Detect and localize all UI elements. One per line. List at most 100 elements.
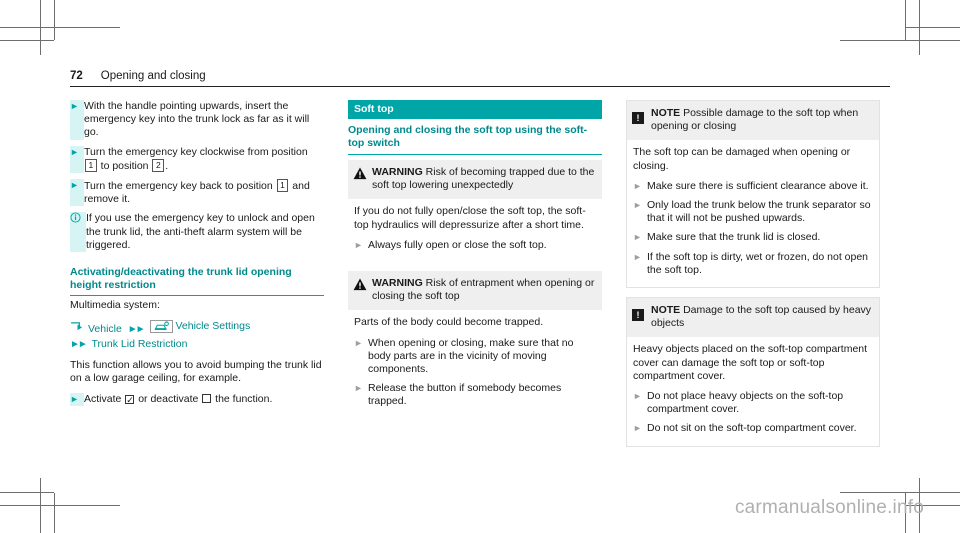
bullet-text: Make sure there is sufficient clearance … (647, 179, 869, 192)
step-text-mid: to position (100, 159, 149, 172)
warning-body-text: If you do not fully open/close the soft … (354, 205, 586, 231)
list-item: ► Do not sit on the soft-top compartment… (633, 422, 873, 435)
nav-label-trunk-lid-restriction[interactable]: Trunk Lid Restriction (92, 338, 188, 350)
left-column: ► With the handle pointing upwards, inse… (70, 100, 324, 480)
triangle-bullet-icon: ► (70, 100, 84, 140)
page-title: Opening and closing (100, 70, 206, 82)
section-heading: Activating/deactivating the trunk lid op… (70, 266, 324, 297)
bullet-text: Only load the trunk below the trunk sepa… (647, 199, 871, 225)
info-circle-icon (70, 212, 86, 253)
info-note: If you use the emergency key to unlock a… (70, 212, 324, 253)
note-box-body: The soft top can be damaged when opening… (627, 140, 879, 287)
note-box: ! NOTE Possible damage to the soft top w… (626, 100, 880, 289)
note-box-header: ! NOTE Damage to the soft top caused by … (627, 298, 879, 338)
triangle-bullet-icon: ► (70, 392, 84, 406)
bullet-text: Do not place heavy objects on the soft-t… (647, 390, 844, 416)
triangle-bullet-icon: ► (354, 239, 363, 250)
step-text: With the handle pointing upwards, insert… (84, 100, 310, 139)
list-item: ► Make sure that the trunk lid is closed… (633, 231, 873, 244)
activate-instruction: Activate ✓ or deactivate the function. (84, 393, 324, 406)
note-body-text: Heavy objects placed on the soft-top com… (633, 343, 868, 382)
watermark: carmanualsonline.info (734, 497, 924, 518)
step-text: Turn the emergency key back to position … (84, 179, 324, 206)
list-item: ► Turn the emergency key back to positio… (70, 179, 324, 207)
double-chevron-icon: ►► (70, 339, 88, 351)
warning-box: WARNING Risk of entrapment when opening … (348, 271, 602, 419)
list-item: ► Make sure there is sufficient clearanc… (633, 180, 873, 193)
nav-segment-vehicle[interactable]: Vehicle (70, 321, 122, 337)
page-number: 72 (70, 70, 83, 82)
note-title: NOTE Possible damage to the soft top whe… (651, 107, 873, 133)
triangle-bullet-icon: ► (633, 232, 642, 243)
bullet-text: Make sure that the trunk lid is closed. (647, 231, 821, 244)
checkbox-checked-icon: ✓ (125, 394, 135, 405)
info-note-text: If you use the emergency key to unlock a… (86, 212, 315, 251)
multimedia-label: Multimedia system: (70, 299, 160, 312)
list-item: ► Do not place heavy objects on the soft… (633, 390, 873, 416)
list-item: ► If the soft top is dirty, wet or froze… (633, 251, 873, 277)
position-number-box: 1 (276, 179, 289, 193)
note-label: NOTE (651, 107, 681, 119)
triangle-bullet-icon: ► (633, 251, 642, 262)
navigation-path: Vehicle ►► Vehicle Settings ►► Trunk Lid… (70, 319, 324, 352)
step-text-pre: Turn the emergency key clockwise from po… (84, 145, 308, 158)
position-number-box: 2 (152, 158, 165, 172)
section-bar-soft-top: Soft top (348, 100, 602, 119)
triangle-bullet-icon: ► (354, 383, 363, 394)
note-title-text: Damage to the soft top caused by heavy o… (651, 304, 872, 330)
vehicle-settings-icon (149, 320, 173, 334)
warning-box-body: If you do not fully open/close the soft … (348, 199, 602, 262)
bullet-text: Release the button if somebody becomes t… (368, 382, 562, 408)
list-item: ► Turn the emergency key clockwise from … (70, 145, 324, 174)
note-box: ! NOTE Damage to the soft top caused by … (626, 297, 880, 447)
section-heading: Opening and closing the soft top using t… (348, 124, 602, 155)
note-square-icon: ! (632, 107, 651, 133)
position-number-box: 1 (85, 158, 97, 172)
bullet-text: When opening or closing, make sure that … (368, 336, 574, 376)
activate-pre: Activate (84, 392, 122, 405)
triangle-bullet-icon: ► (633, 200, 642, 211)
warning-title: WARNING Risk of entrapment when opening … (372, 277, 596, 303)
middle-column: Soft top Opening and closing the soft to… (348, 100, 602, 480)
warning-box-body: Parts of the body could become trapped. … (348, 310, 602, 418)
triangle-bullet-icon: ► (70, 179, 84, 207)
warning-triangle-icon (353, 166, 372, 192)
triangle-bullet-icon: ► (633, 423, 642, 434)
warning-title: WARNING Risk of becoming trapped due to … (372, 166, 596, 192)
right-column: ! NOTE Possible damage to the soft top w… (626, 100, 880, 480)
list-item: ► Only load the trunk below the trunk se… (633, 199, 873, 225)
activate-post: the function. (215, 392, 273, 405)
list-item: ► Release the button if somebody becomes… (354, 382, 596, 408)
warning-label: WARNING (372, 166, 423, 178)
note-box-header: ! NOTE Possible damage to the soft top w… (627, 101, 879, 141)
step-text: Turn the emergency key clockwise from po… (84, 146, 324, 173)
function-description: This function allows you to avoid bumpin… (70, 359, 322, 385)
triangle-bullet-icon: ► (354, 337, 363, 348)
note-body-text: The soft top can be damaged when opening… (633, 146, 851, 172)
warning-triangle-icon (353, 277, 372, 303)
note-square-icon: ! (632, 304, 651, 330)
note-title: NOTE Damage to the soft top caused by he… (651, 304, 873, 330)
warning-body-text: Parts of the body could become trapped. (354, 316, 544, 329)
note-title-text: Possible damage to the soft top when ope… (651, 107, 859, 133)
list-item: ► Always fully open or close the soft to… (354, 239, 596, 252)
double-chevron-icon: ►► (127, 324, 146, 336)
note-box-body: Heavy objects placed on the soft-top com… (627, 337, 879, 445)
triangle-bullet-icon: ► (633, 391, 642, 402)
warning-box-header: WARNING Risk of becoming trapped due to … (348, 160, 602, 200)
warning-label: WARNING (372, 277, 423, 290)
activate-mid: or deactivate (138, 392, 199, 405)
triangle-bullet-icon: ► (70, 145, 84, 174)
nav-label-vehicle: Vehicle (88, 322, 122, 335)
step-text-post: . (165, 159, 169, 172)
bullet-text: Always fully open or close the soft top. (368, 238, 547, 251)
list-item: ► When opening or closing, make sure tha… (354, 337, 596, 377)
nav-label-vehicle-settings: Vehicle Settings (175, 320, 251, 333)
list-item: ► Activate ✓ or deactivate the function. (70, 392, 324, 406)
checkbox-unchecked-icon (202, 393, 212, 403)
nav-segment-vehicle-settings[interactable]: Vehicle Settings (149, 319, 251, 334)
list-item: ► With the handle pointing upwards, inse… (70, 100, 324, 140)
triangle-bullet-icon: ► (633, 180, 642, 191)
note-label: NOTE (651, 304, 681, 317)
content-columns: ► With the handle pointing upwards, inse… (70, 100, 890, 480)
